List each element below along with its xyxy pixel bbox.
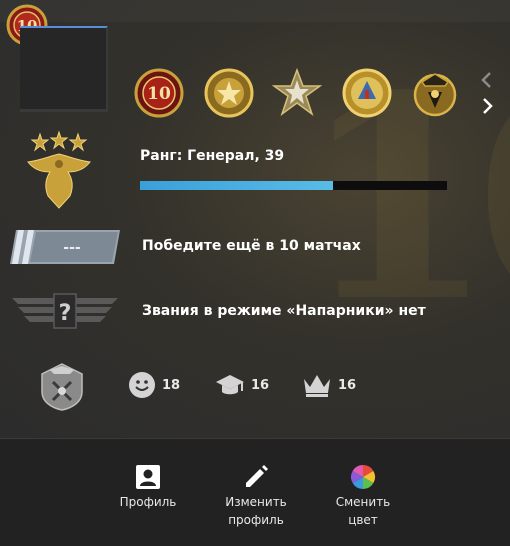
pencil-icon — [246, 465, 268, 487]
xp-progress-bar — [140, 181, 447, 190]
smiley-icon — [129, 372, 155, 398]
silver-star-medal-icon[interactable] — [272, 68, 322, 118]
svg-text:?: ? — [59, 301, 72, 326]
gold-star-medal-icon[interactable] — [204, 68, 254, 118]
graduation-cap-icon — [216, 375, 244, 395]
edit-profile-button[interactable]: Изменить профиль — [211, 461, 301, 529]
gold-coin-medal-icon[interactable] — [342, 68, 392, 118]
wingman-status-text: Звания в режиме «Напарники» нет — [142, 303, 426, 319]
commend-teacher[interactable]: 16 — [215, 370, 269, 400]
chevron-right-icon[interactable] — [478, 96, 496, 116]
medal-number: 10 — [147, 84, 171, 104]
profile-card-icon — [136, 465, 160, 489]
matchmaking-status-text: Победите ещё в 10 матчах — [142, 238, 361, 254]
color-wheel-icon — [350, 465, 376, 489]
profile-button-label: Профиль — [119, 495, 177, 509]
avatar[interactable] — [20, 26, 108, 112]
crown-icon — [304, 375, 330, 397]
chevron-left-icon[interactable] — [478, 70, 496, 90]
leader-count: 16 — [338, 377, 357, 393]
prime-status-badge-icon[interactable] — [36, 362, 88, 412]
avatar-level-bar — [20, 109, 108, 112]
edit-profile-button-label: Изменить профиль — [225, 495, 287, 527]
header-strip — [0, 0, 510, 22]
friendly-count: 18 — [162, 377, 181, 393]
change-color-button[interactable]: Сменить цвет — [318, 461, 408, 529]
footer-actions: Профиль Изменить профиль Сменить цвет — [0, 438, 510, 546]
unranked-competitive-badge-icon[interactable]: --- — [10, 226, 120, 268]
teacher-count: 16 — [251, 377, 270, 393]
rank-eagle-badge-icon[interactable] — [20, 130, 98, 212]
wingman-unranked-badge-icon[interactable]: ? — [10, 292, 120, 332]
change-color-button-label: Сменить цвет — [335, 495, 391, 527]
commend-leader[interactable]: 16 — [302, 370, 356, 400]
rank-text: Ранг: Генерал, 39 — [140, 148, 285, 164]
profile-button[interactable]: Профиль — [103, 461, 193, 511]
service-medal-10-icon[interactable]: 10 — [134, 68, 184, 118]
commend-friendly[interactable]: 18 — [128, 370, 180, 400]
unranked-placeholder: --- — [63, 240, 81, 256]
operation-medal-icon[interactable] — [410, 68, 460, 118]
profile-panel: 10 10 10 — [0, 0, 510, 438]
xp-progress-fill — [140, 181, 334, 190]
